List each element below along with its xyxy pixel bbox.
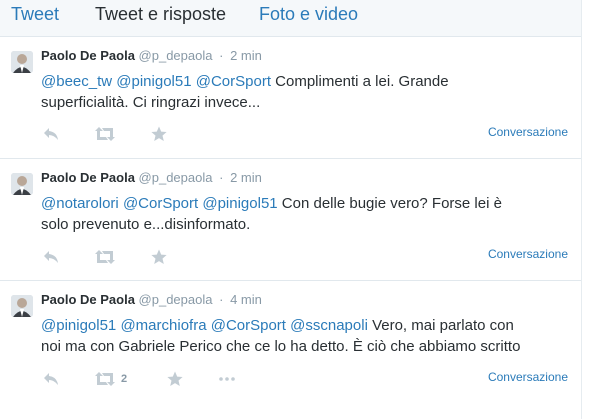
tweet-header: Paolo De Paola @p_depaola · 2 min xyxy=(41,48,262,64)
favorite-star-icon[interactable] xyxy=(151,125,167,143)
text-fragment: Vero, mai parlato con xyxy=(367,317,514,334)
mention-link[interactable]: @pinigol51 xyxy=(41,317,116,334)
reply-icon[interactable] xyxy=(43,125,59,143)
tweet-header: Paolo De Paola @p_depaola · 4 min xyxy=(41,292,262,308)
author-name[interactable]: Paolo De Paola xyxy=(41,292,135,307)
mention-link[interactable]: @pinigol51 xyxy=(116,73,191,90)
tweet-text-line-2: solo prevenuto e...disinformato. xyxy=(41,216,251,233)
tab-tweet[interactable]: Tweet xyxy=(11,3,59,25)
tweet-actions: 2 xyxy=(41,370,241,388)
text-fragment: Con delle bugie vero? Forse lei è xyxy=(277,195,502,212)
tweet-header: Paolo De Paola @p_depaola · 2 min xyxy=(41,170,262,186)
tweet-item[interactable]: Paolo De Paola @p_depaola · 2 min @beec_… xyxy=(0,36,583,158)
separator-dot: · xyxy=(219,170,224,185)
mention-link[interactable]: @CorSport xyxy=(196,73,271,90)
mention-link[interactable]: @marchiofra xyxy=(120,317,206,334)
tweet-text-line-1: @notarolori @CorSport @pinigol51 Con del… xyxy=(41,193,571,214)
retweet-icon[interactable] xyxy=(95,370,115,388)
author-name[interactable]: Paolo De Paola xyxy=(41,48,135,63)
reply-icon[interactable] xyxy=(43,370,59,388)
tweet-timestamp[interactable]: 4 min xyxy=(230,292,262,307)
author-handle[interactable]: @p_depaola xyxy=(139,170,213,185)
tweet-actions xyxy=(41,248,241,266)
mention-link[interactable]: @pinigol51 xyxy=(202,195,277,212)
tab-tweet-e-risposte[interactable]: Tweet e risposte xyxy=(95,3,226,25)
tab-foto-e-video[interactable]: Foto e video xyxy=(259,3,358,25)
more-dots-icon[interactable] xyxy=(219,370,235,388)
reply-icon[interactable] xyxy=(43,248,59,266)
mention-link[interactable]: @notarolori xyxy=(41,195,119,212)
avatar[interactable] xyxy=(11,173,33,195)
tweet-text-line-1: @beec_tw @pinigol51 @CorSport Compliment… xyxy=(41,71,571,92)
mention-link[interactable]: @CorSport xyxy=(211,317,286,334)
separator-dot: · xyxy=(219,292,224,307)
tweet-text: @notarolori @CorSport @pinigol51 Con del… xyxy=(41,193,571,235)
conversation-link[interactable]: Conversazione xyxy=(488,369,568,385)
retweet-icon[interactable] xyxy=(95,125,115,143)
mention-link[interactable]: @CorSport xyxy=(123,195,198,212)
conversation-link[interactable]: Conversazione xyxy=(488,246,568,262)
scrollbar[interactable] xyxy=(581,0,589,419)
author-handle[interactable]: @p_depaola xyxy=(139,48,213,63)
mention-link[interactable]: @beec_tw xyxy=(41,73,112,90)
mention-link[interactable]: @sscnapoli xyxy=(290,317,368,334)
favorite-star-icon[interactable] xyxy=(151,248,167,266)
text-fragment: Complimenti a lei. Grande xyxy=(270,73,449,90)
tweet-item[interactable]: Paolo De Paola @p_depaola · 4 min @pinig… xyxy=(0,280,583,419)
tweet-text: @pinigol51 @marchiofra @CorSport @sscnap… xyxy=(41,315,571,357)
retweet-count: 2 xyxy=(121,373,128,385)
retweet-icon[interactable] xyxy=(95,248,115,266)
tweet-text: @beec_tw @pinigol51 @CorSport Compliment… xyxy=(41,71,571,113)
avatar[interactable] xyxy=(11,51,33,73)
separator-dot: · xyxy=(219,48,224,63)
twitter-profile-timeline: Tweet Tweet e risposte Foto e video Paol… xyxy=(0,0,589,419)
tweet-item[interactable]: Paolo De Paola @p_depaola · 2 min @notar… xyxy=(0,158,583,280)
tweet-timestamp[interactable]: 2 min xyxy=(230,48,262,63)
author-name[interactable]: Paolo De Paola xyxy=(41,170,135,185)
author-handle[interactable]: @p_depaola xyxy=(139,292,213,307)
tweet-text-line-2: noi ma con Gabriele Perico che ce lo ha … xyxy=(41,338,521,355)
favorite-star-icon[interactable] xyxy=(167,370,183,388)
tweet-text-line-1: @pinigol51 @marchiofra @CorSport @sscnap… xyxy=(41,315,571,336)
tweet-timestamp[interactable]: 2 min xyxy=(230,170,262,185)
avatar[interactable] xyxy=(11,295,33,317)
profile-tabs: Tweet Tweet e risposte Foto e video xyxy=(0,0,589,32)
conversation-link[interactable]: Conversazione xyxy=(488,124,568,140)
tweet-text-line-2: superficialità. Ci ringrazi invece... xyxy=(41,94,261,111)
tweet-actions xyxy=(41,125,241,143)
